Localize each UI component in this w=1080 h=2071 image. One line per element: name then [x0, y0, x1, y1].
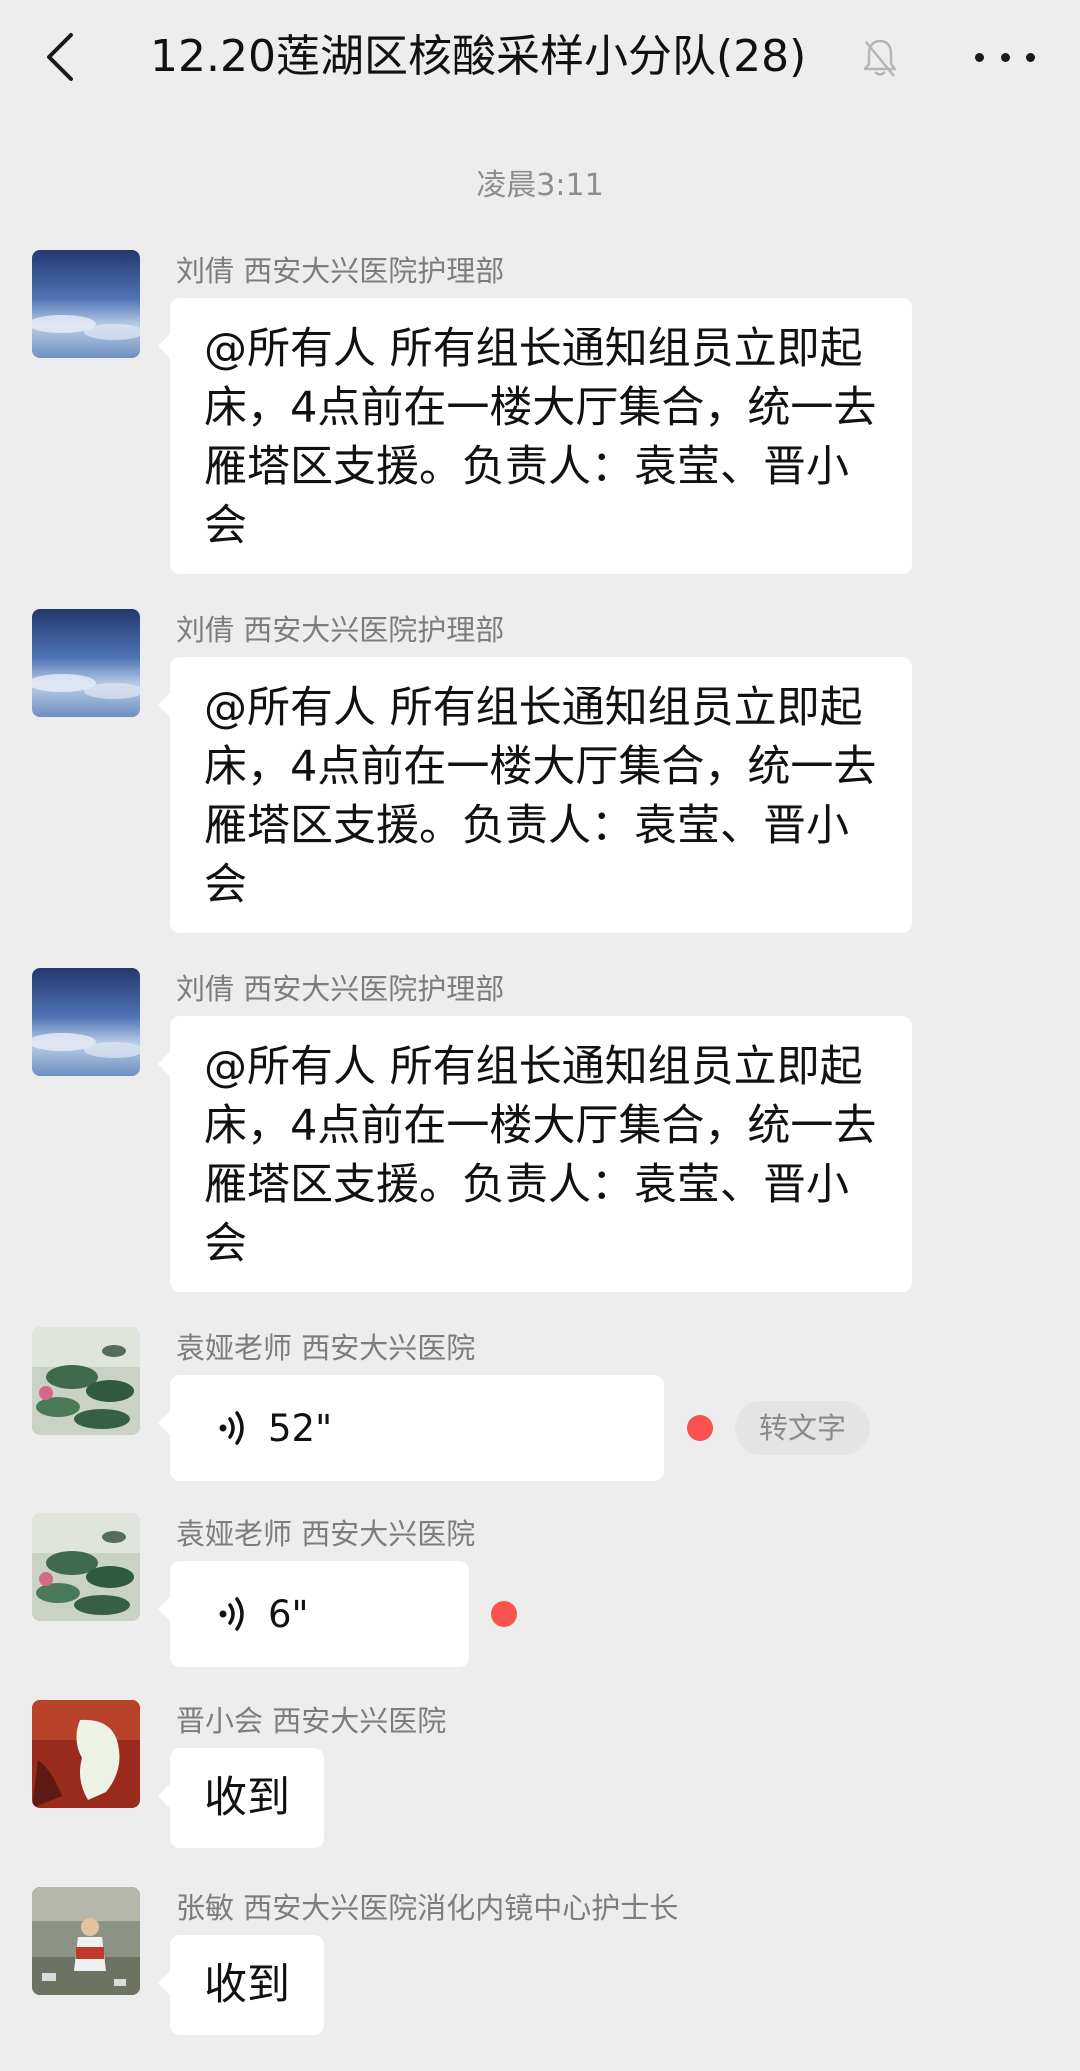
sender-name: 刘倩 西安大兴医院护理部 — [176, 972, 505, 1006]
red-avatar-image — [32, 1700, 140, 1808]
message-bubble[interactable]: @所有人 所有组长通知组员立即起床，4点前在一楼大厅集合，统一去雁塔区支援。负责… — [158, 1016, 912, 1292]
chat-title: 12.20莲湖区核酸采样小分队(28) — [150, 31, 807, 82]
chat-timestamp: 凌晨3:11 — [476, 168, 604, 203]
more-button[interactable] — [975, 42, 1035, 72]
more-dot — [1026, 52, 1035, 62]
voice-duration: 52" — [268, 1406, 333, 1450]
voice-message-bubble[interactable]: 52" — [158, 1375, 664, 1481]
sender-avatar[interactable] — [32, 1327, 140, 1435]
sender-name: 刘倩 西安大兴医院护理部 — [176, 254, 505, 288]
lotus-avatar-image — [32, 1513, 140, 1621]
sender-avatar[interactable] — [32, 1513, 140, 1621]
voice-wave-icon — [218, 1596, 250, 1632]
sender-avatar[interactable] — [32, 609, 140, 717]
message-bubble[interactable]: @所有人 所有组长通知组员立即起床，4点前在一楼大厅集合，统一去雁塔区支援。负责… — [158, 657, 912, 933]
sender-avatar[interactable] — [32, 1700, 140, 1808]
sender-avatar[interactable] — [32, 250, 140, 358]
sky-avatar-image — [32, 250, 140, 358]
sender-name: 张敏 西安大兴医院消化内镜中心护士长 — [176, 1891, 679, 1925]
sender-name: 袁娅老师 西安大兴医院 — [176, 1517, 476, 1551]
message-bubble[interactable]: 收到 — [158, 1748, 324, 1848]
voice-message-bubble[interactable]: 6" — [158, 1561, 469, 1667]
bell-mute-icon — [860, 36, 900, 80]
more-dot — [975, 52, 984, 62]
convert-to-text-button[interactable]: 转文字 — [735, 1401, 871, 1455]
sky-avatar-image — [32, 609, 140, 717]
sender-avatar[interactable] — [32, 968, 140, 1076]
lotus-avatar-image — [32, 1327, 140, 1435]
sky-avatar-image — [32, 968, 140, 1076]
message-bubble[interactable]: 收到 — [158, 1935, 324, 2035]
back-chevron-icon — [47, 33, 73, 81]
chat-header: 12.20莲湖区核酸采样小分队(28) — [0, 0, 1080, 118]
unread-dot — [687, 1415, 713, 1441]
sender-name: 晋小会 西安大兴医院 — [176, 1704, 447, 1738]
voice-duration: 6" — [268, 1592, 309, 1636]
message-bubble[interactable]: @所有人 所有组长通知组员立即起床，4点前在一楼大厅集合，统一去雁塔区支援。负责… — [158, 298, 912, 574]
more-dot — [1000, 52, 1010, 62]
sender-avatar[interactable] — [32, 1887, 140, 1995]
sender-name: 袁娅老师 西安大兴医院 — [176, 1331, 476, 1365]
street-avatar-image — [32, 1887, 140, 1995]
sender-name: 刘倩 西安大兴医院护理部 — [176, 613, 505, 647]
unread-dot — [491, 1601, 517, 1627]
back-button[interactable] — [30, 22, 90, 92]
voice-wave-icon — [218, 1410, 250, 1446]
